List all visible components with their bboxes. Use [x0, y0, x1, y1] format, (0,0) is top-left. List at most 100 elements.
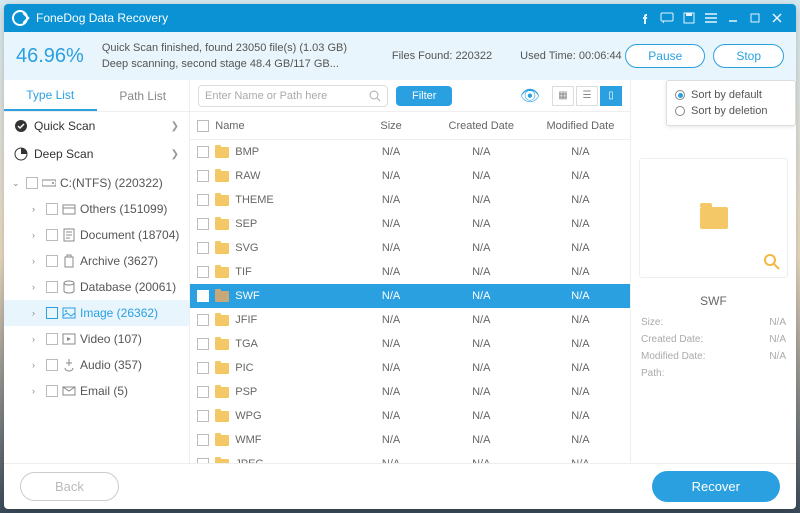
tree-item[interactable]: › Video (107) [4, 326, 189, 352]
checkbox[interactable] [197, 458, 209, 463]
checkbox[interactable] [197, 314, 209, 326]
checkbox[interactable] [46, 307, 58, 319]
checkbox[interactable] [197, 434, 209, 446]
checkbox[interactable] [46, 333, 58, 345]
view-grid-icon[interactable]: ▦ [552, 86, 574, 106]
table-row[interactable]: TIF N/A N/A N/A [190, 260, 630, 284]
drive-icon [42, 177, 56, 189]
folder-icon [215, 411, 229, 422]
row-size: N/A [351, 434, 432, 446]
tab-type-list[interactable]: Type List [4, 80, 97, 111]
table-row[interactable]: THEME N/A N/A N/A [190, 188, 630, 212]
expand-icon[interactable]: › [32, 282, 42, 292]
stop-button[interactable]: Stop [713, 44, 784, 68]
checkbox[interactable] [197, 266, 209, 278]
sort-by-default[interactable]: Sort by default [675, 87, 787, 103]
checkbox[interactable] [46, 385, 58, 397]
checkbox[interactable] [197, 170, 209, 182]
table-row[interactable]: WMF N/A N/A N/A [190, 428, 630, 452]
tree-item[interactable]: › Archive (3627) [4, 248, 189, 274]
row-size: N/A [351, 458, 432, 463]
preview-name: SWF [641, 294, 786, 308]
checkbox-all[interactable] [197, 120, 209, 132]
table-row[interactable]: PSP N/A N/A N/A [190, 380, 630, 404]
table-row[interactable]: JFIF N/A N/A N/A [190, 308, 630, 332]
magnify-icon[interactable] [763, 253, 781, 271]
checkbox[interactable] [197, 290, 209, 302]
deep-scan-item[interactable]: Deep Scan ❯ [4, 140, 189, 168]
row-created: N/A [432, 266, 531, 278]
tree-item[interactable]: › Others (151099) [4, 196, 189, 222]
expand-icon[interactable]: › [32, 204, 42, 214]
close-icon[interactable] [766, 7, 788, 29]
checkbox[interactable] [197, 410, 209, 422]
table-row[interactable]: SEP N/A N/A N/A [190, 212, 630, 236]
recover-button[interactable]: Recover [652, 471, 780, 502]
table-row[interactable]: RAW N/A N/A N/A [190, 164, 630, 188]
view-detail-icon[interactable]: ▯ [600, 86, 622, 106]
tree-item[interactable]: › Document (18704) [4, 222, 189, 248]
radio-off-icon [675, 106, 685, 116]
checkbox[interactable] [46, 203, 58, 215]
expand-icon[interactable]: › [32, 386, 42, 396]
feedback-icon[interactable] [656, 7, 678, 29]
checkbox[interactable] [197, 242, 209, 254]
expand-icon[interactable]: › [32, 308, 42, 318]
checkbox[interactable] [46, 255, 58, 267]
row-size: N/A [351, 266, 432, 278]
row-name: SWF [235, 290, 259, 302]
checkbox[interactable] [46, 229, 58, 241]
tree-drive[interactable]: ⌄ C:(NTFS) (220322) [4, 170, 189, 196]
search-input[interactable]: Enter Name or Path here [198, 85, 388, 107]
view-list-icon[interactable]: ☰ [576, 86, 598, 106]
minimize-icon[interactable] [722, 7, 744, 29]
search-icon [369, 90, 381, 102]
quick-scan-item[interactable]: Quick Scan ❯ [4, 112, 189, 140]
table-row[interactable]: JPEG N/A N/A N/A [190, 452, 630, 463]
checkbox[interactable] [197, 362, 209, 374]
row-created: N/A [432, 362, 531, 374]
table-row[interactable]: TGA N/A N/A N/A [190, 332, 630, 356]
expand-icon[interactable]: › [32, 230, 42, 240]
row-name: THEME [235, 194, 274, 206]
save-icon[interactable] [678, 7, 700, 29]
checkbox[interactable] [197, 194, 209, 206]
checkbox[interactable] [197, 386, 209, 398]
checkbox[interactable] [26, 177, 38, 189]
tree-item[interactable]: › Audio (357) [4, 352, 189, 378]
eye-icon[interactable]: 👁 [520, 86, 540, 106]
expand-icon[interactable]: › [32, 360, 42, 370]
col-modified[interactable]: Modified Date [531, 120, 630, 132]
table-row[interactable]: SWF N/A N/A N/A [190, 284, 630, 308]
checkbox[interactable] [197, 218, 209, 230]
table-row[interactable]: BMP N/A N/A N/A [190, 140, 630, 164]
sort-by-deletion[interactable]: Sort by deletion [675, 103, 787, 119]
back-button[interactable]: Back [20, 472, 119, 501]
row-modified: N/A [531, 242, 630, 254]
category-icon [62, 281, 76, 293]
tree-item[interactable]: › Database (20061) [4, 274, 189, 300]
checkbox[interactable] [197, 338, 209, 350]
expand-icon[interactable]: › [32, 334, 42, 344]
facebook-icon[interactable] [634, 7, 656, 29]
row-created: N/A [432, 194, 531, 206]
checkbox[interactable] [46, 359, 58, 371]
menu-icon[interactable] [700, 7, 722, 29]
table-row[interactable]: WPG N/A N/A N/A [190, 404, 630, 428]
tree-item-label: Database (20061) [80, 280, 176, 294]
col-name[interactable]: Name [215, 120, 350, 132]
pause-button[interactable]: Pause [625, 44, 705, 68]
tree-item[interactable]: › Image (26362) [4, 300, 189, 326]
table-row[interactable]: SVG N/A N/A N/A [190, 236, 630, 260]
expand-icon[interactable]: › [32, 256, 42, 266]
col-size[interactable]: Size [351, 120, 432, 132]
tab-path-list[interactable]: Path List [97, 80, 190, 111]
maximize-icon[interactable] [744, 7, 766, 29]
checkbox[interactable] [46, 281, 58, 293]
checkbox[interactable] [197, 146, 209, 158]
collapse-icon[interactable]: ⌄ [12, 178, 22, 189]
tree-item[interactable]: › Email (5) [4, 378, 189, 404]
filter-button[interactable]: Filter [396, 86, 452, 106]
col-created[interactable]: Created Date [432, 120, 531, 132]
table-row[interactable]: PIC N/A N/A N/A [190, 356, 630, 380]
